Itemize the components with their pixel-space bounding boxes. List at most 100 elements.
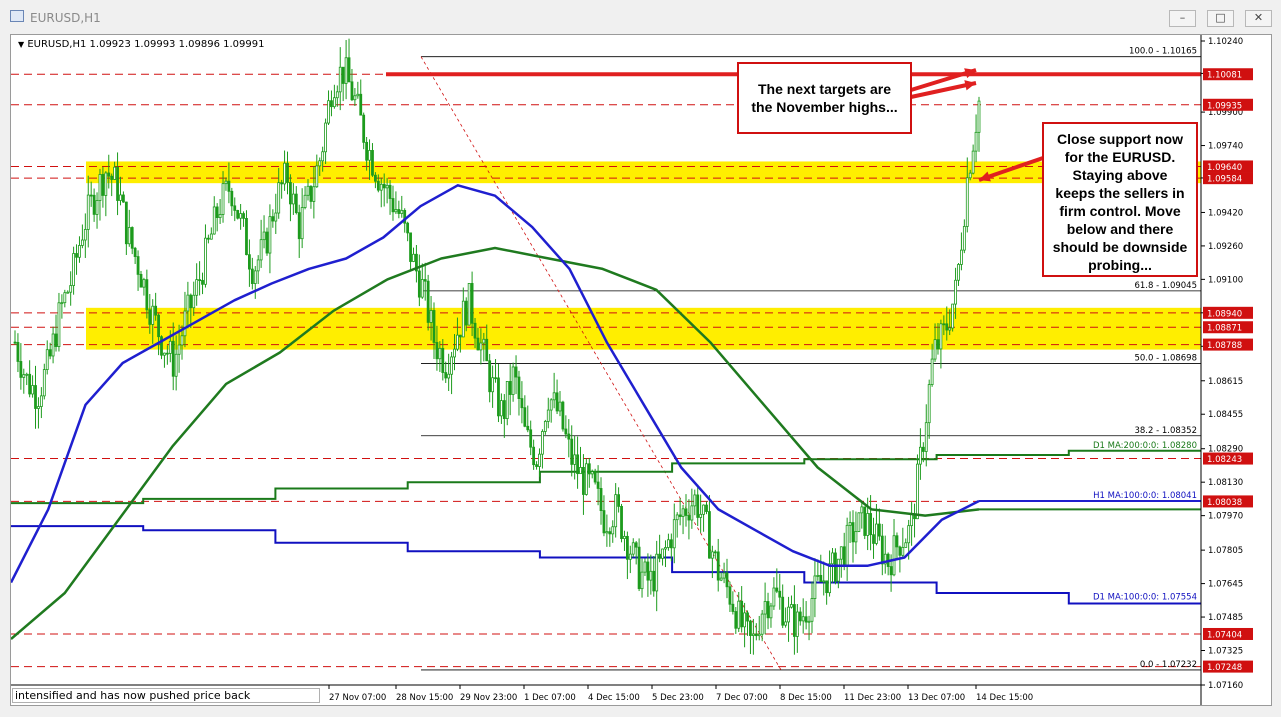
- candle-body: [280, 182, 284, 185]
- candle-body: [209, 233, 213, 240]
- candle-body: [265, 231, 269, 254]
- candle-body: [514, 366, 518, 378]
- candle-body: [725, 572, 729, 588]
- time-tick-label: 7 Dec 07:00: [716, 693, 768, 703]
- terminal-window: EURUSD,H1 – □ ✕ 100.0 - 1.10165 61.8 - 1.…: [0, 0, 1281, 717]
- candle-body: [104, 172, 108, 196]
- candle-body: [248, 254, 251, 270]
- candle-body: [664, 547, 667, 550]
- candle-body: [895, 535, 899, 548]
- candle-body: [951, 303, 955, 329]
- minimize-button[interactable]: –: [1169, 10, 1196, 27]
- close-button[interactable]: ✕: [1245, 10, 1272, 27]
- candle-body: [488, 360, 492, 393]
- dropdown-triangle-icon[interactable]: ▼: [18, 40, 24, 49]
- candle-body: [933, 339, 937, 360]
- candle-body: [839, 546, 843, 560]
- candle-body: [110, 175, 114, 180]
- candle-body: [570, 438, 574, 465]
- candle-body: [309, 185, 313, 202]
- candle-body: [552, 392, 556, 401]
- candle-body: [344, 57, 348, 84]
- candle-body: [315, 165, 319, 188]
- candle-body: [145, 279, 149, 311]
- candle-body: [918, 446, 922, 465]
- daily-ma100-line: [11, 525, 1201, 605]
- candle-body: [78, 245, 81, 258]
- candle-body: [177, 344, 181, 355]
- candle-body: [174, 353, 178, 377]
- candle-body: [927, 384, 931, 424]
- candle-body: [532, 446, 536, 466]
- candle-body: [362, 114, 366, 143]
- chart-header: ▼ EURUSD,H1 1.09923 1.09993 1.09896 1.09…: [18, 39, 264, 50]
- candle-body: [746, 612, 749, 622]
- candle-body: [25, 373, 29, 376]
- price-tick-label: 1.07325: [1208, 647, 1243, 657]
- candle-body: [48, 349, 52, 357]
- candle-body: [350, 81, 354, 101]
- candle-body: [127, 227, 131, 245]
- candle-body: [274, 212, 278, 222]
- candle-body: [429, 310, 433, 323]
- candle-body: [810, 598, 814, 622]
- price-label-text: 1.09935: [1207, 101, 1242, 111]
- candle-body: [945, 323, 949, 331]
- candle-body: [277, 182, 281, 214]
- candle-body: [31, 385, 34, 395]
- candle-body: [535, 464, 538, 467]
- price-tick-label: 1.08455: [1208, 410, 1243, 420]
- candle-body: [828, 563, 831, 594]
- candle-body: [716, 551, 720, 581]
- candle-body: [57, 302, 61, 347]
- candle-body: [599, 488, 603, 511]
- candle-body: [347, 57, 351, 83]
- callout-line: Staying above: [1072, 167, 1168, 183]
- candle-body: [910, 513, 914, 527]
- candle-body: [649, 570, 653, 581]
- candle-body: [95, 200, 99, 215]
- candle-body: [262, 231, 266, 241]
- candle-body: [749, 620, 752, 636]
- candle-body: [116, 166, 119, 201]
- candle-body: [778, 590, 782, 598]
- candle-body: [505, 381, 509, 419]
- candle-body: [224, 180, 228, 185]
- candle-body: [107, 172, 111, 177]
- restore-button[interactable]: □: [1207, 10, 1234, 27]
- chart-window-icon: [10, 10, 24, 22]
- candle-body: [634, 542, 638, 548]
- candle-body: [561, 401, 565, 430]
- candle-body: [924, 422, 928, 452]
- support-zone-upper: [86, 161, 1201, 184]
- candle-body: [669, 539, 673, 549]
- candle-body: [183, 310, 187, 337]
- candle-body: [406, 222, 410, 234]
- time-tick-label: 11 Dec 23:00: [844, 693, 901, 703]
- candle-body: [687, 515, 691, 521]
- candle-body: [617, 494, 620, 507]
- title-bar[interactable]: EURUSD,H1 – □ ✕: [0, 0, 1281, 34]
- candle-body: [538, 453, 541, 467]
- candle-body: [602, 510, 606, 534]
- candle-body: [239, 213, 243, 219]
- candle-body: [227, 180, 231, 192]
- candle-body: [341, 66, 345, 84]
- candle-body: [798, 611, 802, 622]
- candle-body: [866, 513, 870, 536]
- candle-body: [353, 95, 357, 101]
- candle-body: [549, 399, 553, 411]
- price-tick-label: 1.07805: [1208, 546, 1243, 556]
- candle-body: [737, 600, 741, 629]
- price-label-text: 1.10081: [1207, 71, 1242, 81]
- fib-label: 38.2 - 1.08352: [1134, 426, 1197, 436]
- candle-body: [520, 398, 524, 409]
- candle-body: [376, 180, 380, 191]
- candle-body: [432, 310, 436, 343]
- candle-body: [338, 66, 342, 93]
- candle-body: [502, 400, 506, 419]
- candle-body: [388, 184, 392, 199]
- candle-body: [511, 366, 515, 395]
- candle-body: [608, 531, 612, 535]
- candle-body: [113, 166, 117, 180]
